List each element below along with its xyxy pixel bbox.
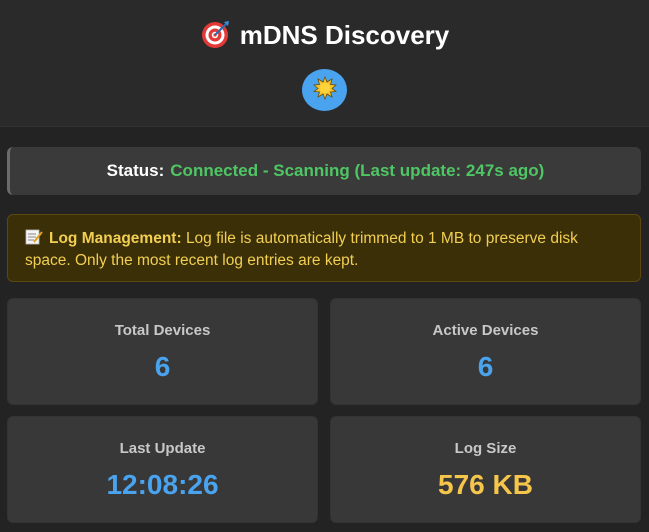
app-header: mDNS Discovery — [0, 0, 649, 127]
active-devices-label: Active Devices — [432, 322, 539, 339]
total-devices-card: Total Devices 6 — [7, 298, 318, 405]
status-bar: Status: Connected - Scanning (Last updat… — [7, 147, 641, 195]
sun-icon — [312, 75, 337, 105]
log-size-label: Log Size — [454, 440, 517, 457]
last-update-value: 12:08:26 — [106, 469, 219, 500]
total-devices-value: 6 — [154, 351, 171, 382]
page-title: mDNS Discovery — [239, 19, 450, 50]
status-label: Status: — [106, 161, 165, 180]
memo-icon — [25, 229, 43, 245]
last-update-label: Last Update — [119, 440, 206, 457]
log-size-value: 576 KB — [438, 469, 533, 500]
active-devices-card: Active Devices 6 — [330, 298, 641, 405]
log-management-notice: Log Management: Log file is automaticall… — [7, 214, 641, 282]
active-devices-value: 6 — [477, 351, 494, 382]
target-icon — [200, 20, 230, 50]
status-value: Connected - Scanning (Last update: 247s … — [170, 161, 545, 180]
notice-label: Log Management: — [49, 230, 182, 247]
title-row: mDNS Discovery — [0, 16, 649, 54]
theme-toggle-button[interactable] — [302, 69, 347, 111]
last-update-card: Last Update 12:08:26 — [7, 416, 318, 523]
total-devices-label: Total Devices — [114, 322, 211, 339]
log-size-card: Log Size 576 KB — [330, 416, 641, 523]
